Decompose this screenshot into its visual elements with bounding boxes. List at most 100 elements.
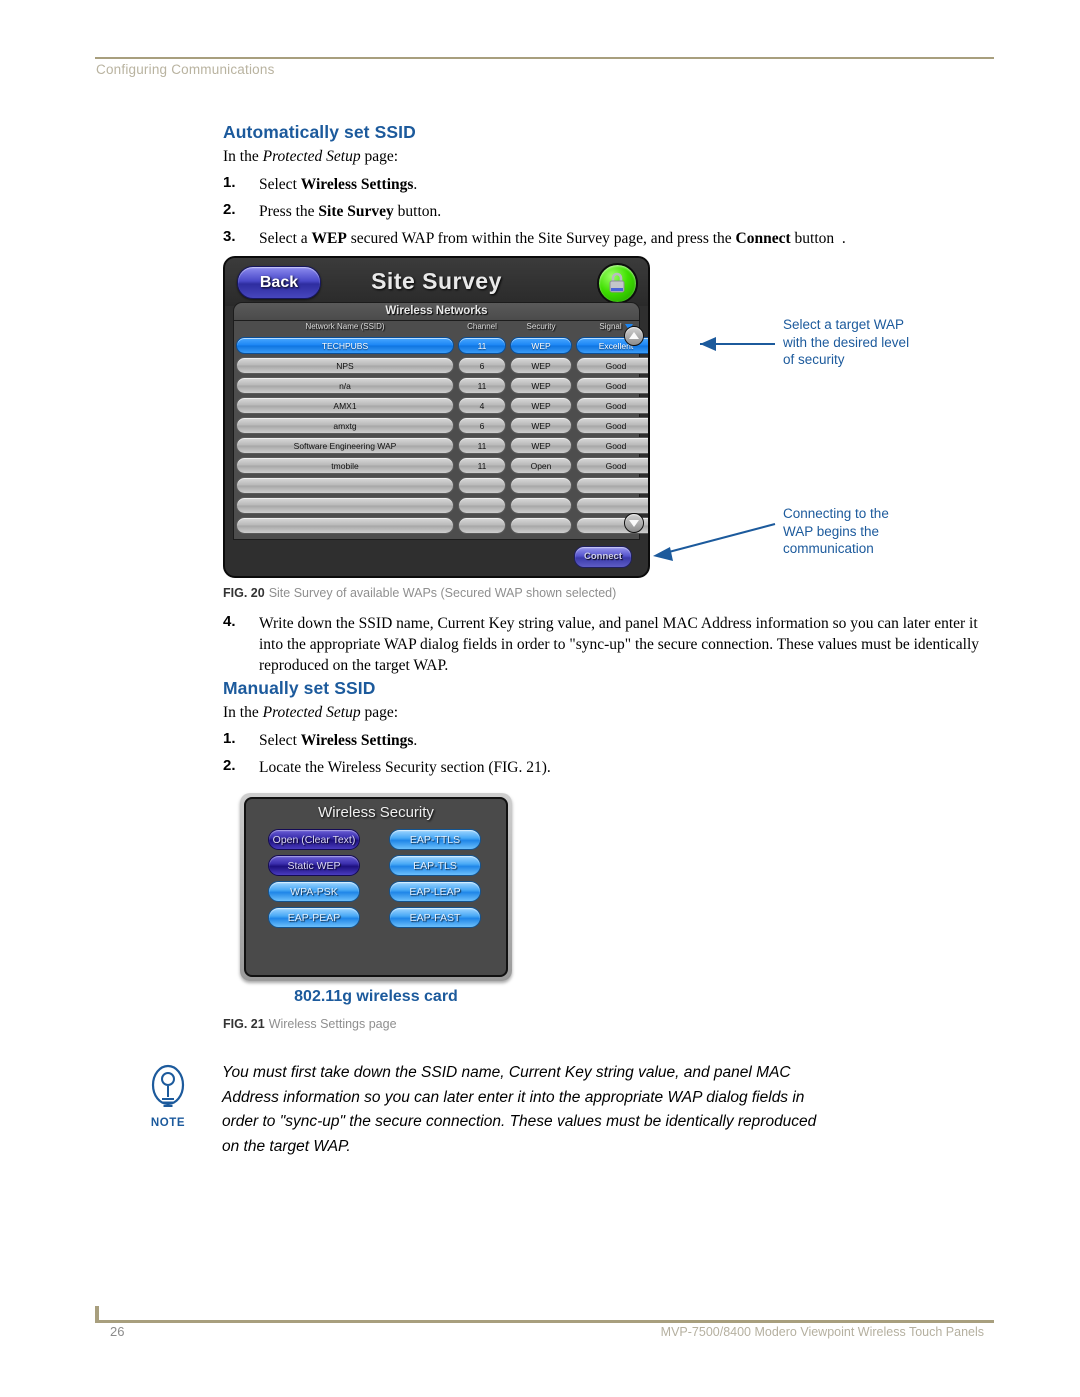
column-header-channel[interactable]: Channel [458, 322, 506, 331]
page-number: 26 [110, 1324, 125, 1339]
triangle-up-icon [629, 332, 639, 339]
callout-select-target-wap: Select a target WAP with the desired lev… [783, 317, 910, 367]
intro-auto-after: page: [360, 148, 399, 165]
cell-security[interactable]: WEP [510, 397, 572, 414]
table-row[interactable]: AMX14WEPGood22:02:E3:22:FD:22 [234, 396, 648, 416]
site-survey-panel: Back Site Survey Wireless Networks Netwo… [223, 256, 650, 578]
cell-signal[interactable]: Good [576, 357, 648, 374]
scroll-down-arrow[interactable] [624, 513, 644, 533]
fig21-sub-caption: 802.11g wireless card [294, 988, 458, 1005]
wireless-security-button[interactable]: EAP-PEAP [268, 907, 360, 928]
cell-channel[interactable] [458, 477, 506, 494]
intro-auto-italic: Protected Setup [262, 148, 361, 165]
cell-channel[interactable]: 11 [458, 337, 506, 354]
cell-security[interactable] [510, 517, 572, 534]
note-icon-group: NOTE [140, 1063, 196, 1129]
cell-signal[interactable]: Good [576, 437, 648, 454]
cell-channel[interactable] [458, 497, 506, 514]
cell-ssid[interactable] [236, 477, 454, 494]
cell-security[interactable] [510, 497, 572, 514]
table-row[interactable]: n/a11WEPGood00:22:E2:42:F2:22 [234, 376, 648, 396]
cell-security[interactable]: Open [510, 457, 572, 474]
triangle-down-icon [629, 520, 639, 527]
table-row[interactable] [234, 516, 648, 536]
cell-security[interactable] [510, 477, 572, 494]
step-number: 2. [223, 201, 236, 218]
step-text: Locate the Wireless Security section (FI… [259, 759, 551, 776]
lightbulb-icon [151, 1064, 185, 1107]
cell-signal[interactable] [576, 477, 648, 494]
green-lock-icon[interactable] [597, 263, 638, 304]
cell-channel[interactable]: 4 [458, 397, 506, 414]
cell-signal[interactable]: Good [576, 397, 648, 414]
cell-security[interactable]: WEP [510, 357, 572, 374]
column-header-security[interactable]: Security [510, 322, 572, 331]
heading-automatically-set-ssid: Automatically set SSID [223, 122, 416, 142]
cell-signal[interactable] [576, 497, 648, 514]
cell-security[interactable]: WEP [510, 417, 572, 434]
cell-channel[interactable]: 11 [458, 437, 506, 454]
step-number: 1. [223, 174, 236, 191]
table-row[interactable]: tmobile11OpenGoodB8:B8:11:5C:62:11 [234, 456, 648, 476]
step-auto-2: 2. Press the Site Survey button. [223, 201, 983, 222]
footer-doc-title: MVP-7500/8400 Modero Viewpoint Wireless … [660, 1325, 984, 1339]
cell-ssid[interactable] [236, 517, 454, 534]
cell-channel[interactable] [458, 517, 506, 534]
wireless-security-button[interactable]: Open (Clear Text) [268, 829, 360, 850]
scroll-up-arrow[interactable] [624, 326, 644, 346]
cell-ssid[interactable]: NPS [236, 357, 454, 374]
wireless-security-title: Wireless Security [318, 804, 434, 821]
table-row[interactable] [234, 496, 648, 516]
wireless-networks-subheader: Wireless Networks [233, 302, 640, 321]
wireless-security-button[interactable]: EAP-FAST [389, 907, 481, 928]
intro-auto: In the Protected Setup page: [223, 148, 398, 166]
wireless-security-bezel: Wireless Security Open (Clear Text) Stati… [240, 793, 512, 981]
fig20-caption-text: Site Survey of available WAPs (Secured W… [268, 586, 617, 600]
wireless-security-button[interactable]: EAP-TTLS [389, 829, 481, 850]
site-survey-titlebar: Back Site Survey [225, 258, 648, 306]
wireless-security-button[interactable]: EAP-TLS [389, 855, 481, 876]
cell-channel[interactable]: 11 [458, 377, 506, 394]
table-row[interactable] [234, 476, 648, 496]
site-survey-title: Site Survey [371, 268, 502, 294]
fig20-caption: FIG. 20 Site Survey of available WAPs (Se… [223, 586, 616, 600]
footer-rule [95, 1320, 994, 1323]
cell-ssid[interactable]: n/a [236, 377, 454, 394]
cell-ssid[interactable]: tmobile [236, 457, 454, 474]
wireless-security-button[interactable]: WPA-PSK [268, 881, 360, 902]
wireless-networks-rows: TECHPUBS11WEPExcellent00:02:00:00:FB:00N… [234, 336, 648, 536]
table-row[interactable]: NPS6WEPGood00:02:E3:02:EA:02 [234, 356, 648, 376]
cell-signal[interactable]: Good [576, 457, 648, 474]
step-auto-3: 3. Select a WEP secured WAP from within … [223, 228, 983, 249]
cell-ssid[interactable]: TECHPUBS [236, 337, 454, 354]
column-header-signal-label: Signal [599, 322, 622, 331]
cell-ssid[interactable]: Software Engineering WAP [236, 437, 454, 454]
cell-signal[interactable]: Good [576, 417, 648, 434]
step-text: Select a WEP secured WAP from within the… [259, 230, 846, 247]
column-header-row: Network Name (SSID) Channel Security Sig… [234, 321, 639, 336]
step-auto-4: 4. Write down the SSID name, Current Key… [223, 613, 988, 676]
cell-ssid[interactable]: amxtg [236, 417, 454, 434]
intro-manual: In the Protected Setup page: [223, 704, 398, 722]
cell-ssid[interactable]: AMX1 [236, 397, 454, 414]
cell-security[interactable]: WEP [510, 337, 572, 354]
connect-button[interactable]: Connect [574, 546, 632, 568]
cell-security[interactable]: WEP [510, 437, 572, 454]
wireless-security-button[interactable]: Static WEP [268, 855, 360, 876]
wireless-security-button[interactable]: EAP-LEAP [389, 881, 481, 902]
cell-channel[interactable]: 6 [458, 417, 506, 434]
step-number: 2. [223, 757, 236, 774]
cell-security[interactable]: WEP [510, 377, 572, 394]
table-row[interactable]: Software Engineering WAP11WEPGoodB8:90:4… [234, 436, 648, 456]
step-text: Select Wireless Settings. [259, 176, 418, 193]
cell-channel[interactable]: 6 [458, 357, 506, 374]
table-row[interactable]: TECHPUBS11WEPExcellent00:02:00:00:FB:00 [234, 336, 648, 356]
step-number: 1. [223, 730, 236, 747]
cell-channel[interactable]: 11 [458, 457, 506, 474]
column-header-ssid[interactable]: Network Name (SSID) [236, 322, 454, 331]
cell-ssid[interactable] [236, 497, 454, 514]
step-manual-1: 1. Select Wireless Settings. [223, 730, 923, 751]
cell-signal[interactable]: Good [576, 377, 648, 394]
wireless-networks-grid: Network Name (SSID) Channel Security Sig… [233, 320, 648, 540]
table-row[interactable]: amxtg6WEPGood22:0C:11:22:4D:9B [234, 416, 648, 436]
